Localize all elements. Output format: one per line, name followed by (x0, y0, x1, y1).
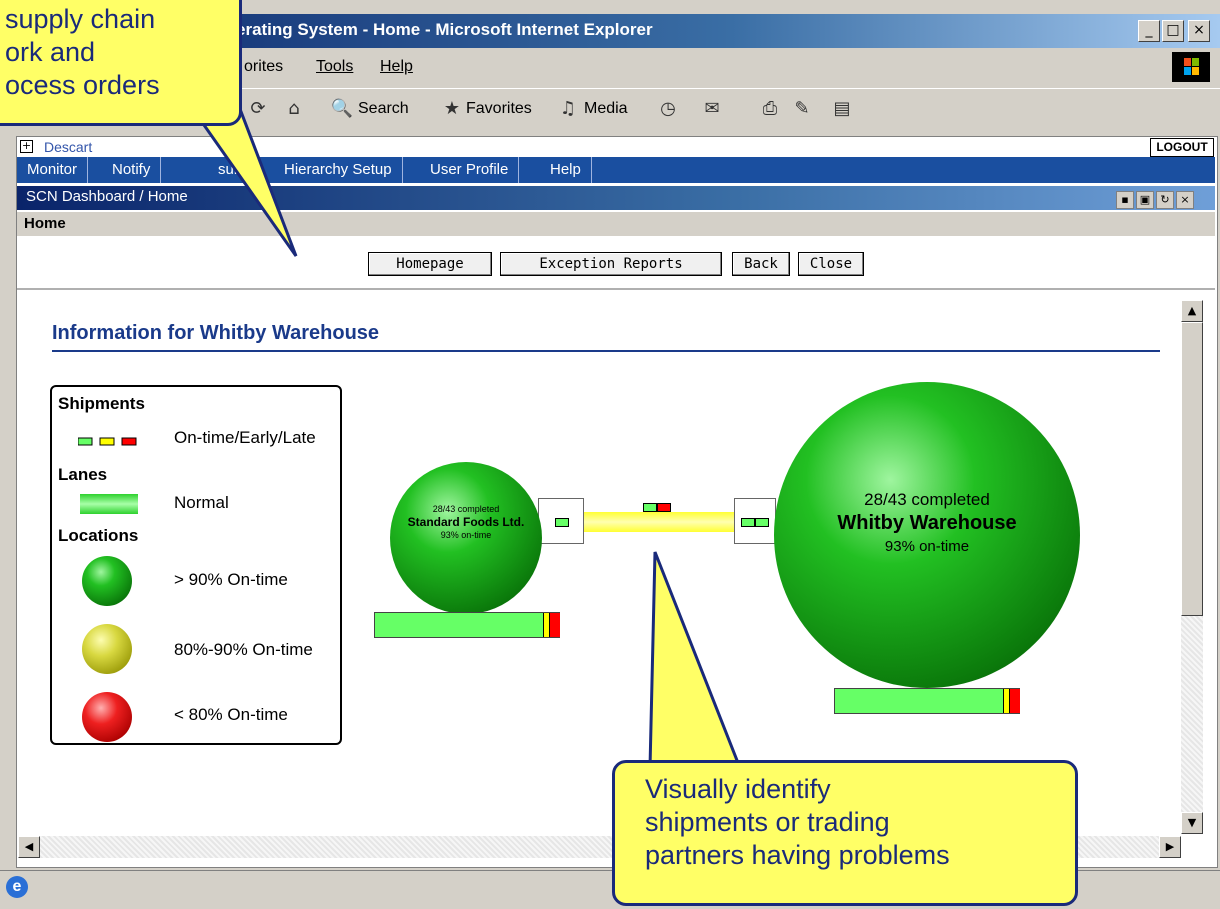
bottom-callout-line-2: shipments or trading (645, 807, 890, 837)
top-callout: supply chain ork and ocess orders (0, 0, 242, 126)
bottom-callout-line-1: Visually identify (645, 774, 831, 804)
top-callout-line-2: ork and (5, 37, 96, 67)
bottom-callout-pointer (648, 551, 743, 770)
bottom-callout: Visually identify shipments or trading p… (612, 760, 1078, 906)
top-callout-line-3: ocess orders (5, 70, 160, 100)
bottom-callout-line-3: partners having problems (645, 840, 950, 870)
top-callout-line-1: supply chain (5, 4, 156, 34)
